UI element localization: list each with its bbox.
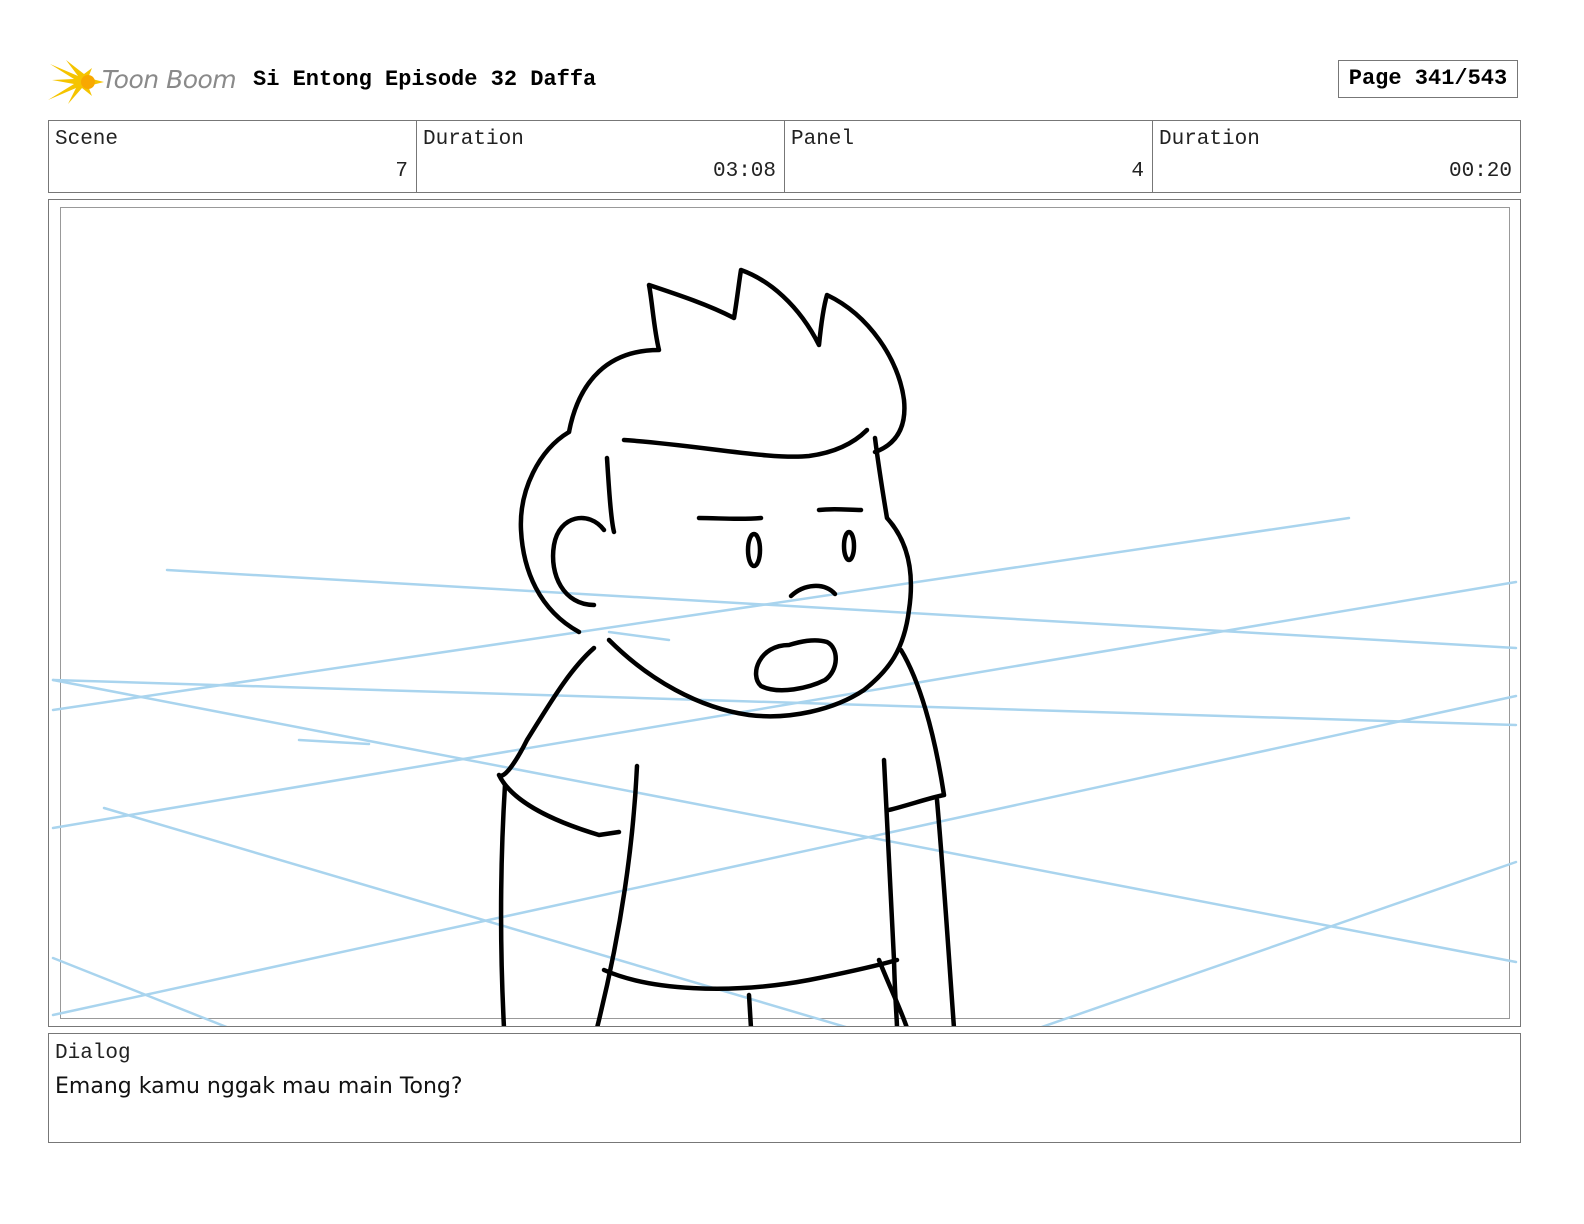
dialog-label: Dialog [55,1042,131,1065]
storyboard-header: Toon Boom Si Entong Episode 32 Daffa Pag… [48,52,1521,108]
starburst-icon [48,60,104,104]
panel-duration-label: Duration [1159,128,1260,151]
panel-duration-cell: Duration 00:20 [1153,121,1520,192]
page-counter: Page 341/543 [1338,60,1518,98]
scene-label: Scene [55,128,119,151]
panel-duration-value: 00:20 [1448,160,1512,183]
scene-info-row: Scene 7 Duration 03:08 Panel 4 Duration … [48,120,1521,193]
perspective-guides [51,516,1518,1026]
character-sketch [496,267,957,1026]
logo-text: Toon Boom [102,65,237,94]
panel-value: 4 [1131,160,1144,183]
storyboard-panel [48,199,1521,1027]
toon-boom-logo: Toon Boom [48,56,238,106]
scene-value: 7 [395,160,408,183]
document-title: Si Entong Episode 32 Daffa [253,67,597,92]
dialog-text: Emang kamu nggak mau main Tong? [55,1074,463,1099]
scene-duration-cell: Duration 03:08 [417,121,785,192]
panel-cell: Panel 4 [785,121,1153,192]
scene-duration-label: Duration [423,128,524,151]
panel-label: Panel [791,128,855,151]
scene-duration-value: 03:08 [712,160,776,183]
panel-sketch [51,267,1518,1026]
dialog-box: Dialog Emang kamu nggak mau main Tong? [48,1033,1521,1143]
scene-cell: Scene 7 [49,121,417,192]
